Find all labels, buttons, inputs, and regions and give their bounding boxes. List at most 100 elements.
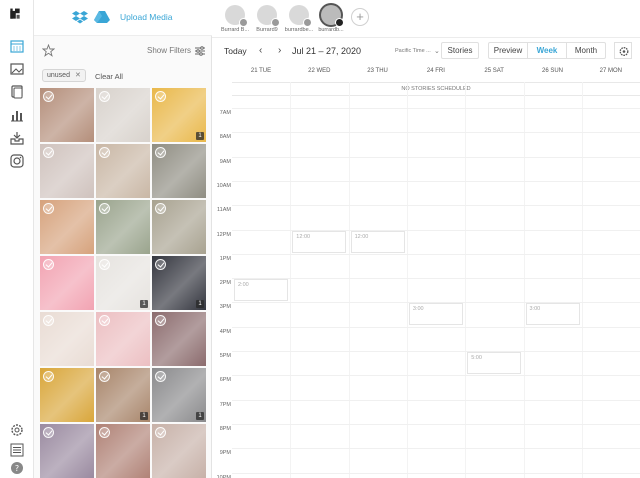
hour-label: 10PM bbox=[216, 474, 231, 478]
preview-tab[interactable]: Preview bbox=[488, 42, 528, 59]
stories-button[interactable]: Stories bbox=[441, 42, 479, 59]
show-filters-button[interactable]: Show Filters bbox=[147, 46, 191, 55]
app-logo[interactable] bbox=[8, 7, 26, 25]
analytics-icon[interactable] bbox=[10, 108, 24, 122]
today-button[interactable]: Today bbox=[224, 46, 247, 56]
select-checkbox[interactable] bbox=[99, 259, 110, 270]
hour-label: 8AM bbox=[219, 134, 231, 141]
select-checkbox[interactable] bbox=[43, 315, 54, 326]
list-icon[interactable] bbox=[10, 443, 24, 457]
media-thumbnail[interactable] bbox=[40, 88, 94, 142]
select-checkbox[interactable] bbox=[43, 203, 54, 214]
time-slot[interactable]: 3:00 bbox=[408, 303, 463, 326]
hour-gridline bbox=[232, 253, 640, 255]
select-checkbox[interactable] bbox=[155, 147, 166, 158]
media-thumbnail[interactable]: 1 bbox=[152, 256, 206, 310]
media-thumbnail[interactable]: 1 bbox=[152, 368, 206, 422]
hour-label: 9AM bbox=[219, 158, 231, 165]
clear-all-button[interactable]: Clear All bbox=[95, 72, 123, 81]
media-thumbnail[interactable] bbox=[40, 424, 94, 478]
media-thumbnail[interactable] bbox=[96, 200, 150, 254]
media-icon[interactable] bbox=[10, 62, 24, 76]
month-tab[interactable]: Month bbox=[566, 42, 606, 59]
instagram-icon[interactable] bbox=[10, 154, 24, 168]
help-icon[interactable]: ? bbox=[10, 461, 24, 475]
usage-count-badge: 1 bbox=[196, 132, 204, 140]
time-slot[interactable]: 3:00 bbox=[525, 303, 580, 326]
media-thumbnail[interactable] bbox=[96, 424, 150, 478]
select-checkbox[interactable] bbox=[43, 371, 54, 382]
prev-week-button[interactable]: ‹ bbox=[259, 45, 262, 56]
select-checkbox[interactable] bbox=[99, 203, 110, 214]
settings-icon[interactable] bbox=[10, 423, 24, 437]
media-thumbnail[interactable] bbox=[40, 368, 94, 422]
calendar-icon[interactable] bbox=[10, 39, 24, 53]
upload-media-button[interactable]: Upload Media bbox=[120, 12, 172, 22]
hour-gridline bbox=[232, 205, 640, 207]
time-slot[interactable]: 12:00 bbox=[292, 230, 347, 253]
select-checkbox[interactable] bbox=[43, 259, 54, 270]
media-thumbnail[interactable] bbox=[96, 312, 150, 366]
select-checkbox[interactable] bbox=[99, 371, 110, 382]
select-checkbox[interactable] bbox=[43, 147, 54, 158]
week-calendar: NO STORIES SCHEDULED 21 TUE 22 WED 23 THU 2… bbox=[212, 64, 640, 478]
media-thumbnail[interactable] bbox=[40, 200, 94, 254]
select-checkbox[interactable] bbox=[155, 91, 166, 102]
hour-label: 7PM bbox=[219, 401, 231, 408]
select-checkbox[interactable] bbox=[155, 259, 166, 270]
inbox-icon[interactable] bbox=[10, 131, 24, 145]
select-checkbox[interactable] bbox=[155, 427, 166, 438]
google-drive-icon[interactable] bbox=[94, 10, 110, 24]
day-column-divider bbox=[348, 82, 350, 478]
media-thumbnail[interactable] bbox=[152, 144, 206, 198]
media-thumbnail[interactable] bbox=[96, 88, 150, 142]
select-checkbox[interactable] bbox=[99, 91, 110, 102]
profile-1[interactable]: Burrard9 bbox=[250, 5, 284, 33]
day-header: 25 SAT bbox=[484, 68, 504, 74]
media-thumbnail[interactable] bbox=[152, 312, 206, 366]
next-week-button[interactable]: › bbox=[278, 45, 281, 56]
dropbox-icon[interactable] bbox=[72, 10, 88, 24]
close-icon[interactable]: ✕ bbox=[75, 72, 81, 79]
select-checkbox[interactable] bbox=[99, 315, 110, 326]
media-thumbnail[interactable]: 1 bbox=[152, 88, 206, 142]
usage-count-badge: 1 bbox=[140, 300, 148, 308]
select-checkbox[interactable] bbox=[43, 427, 54, 438]
select-checkbox[interactable] bbox=[155, 371, 166, 382]
usage-count-badge: 1 bbox=[196, 300, 204, 308]
media-thumbnail[interactable] bbox=[96, 144, 150, 198]
chevron-down-icon[interactable]: ⌄ bbox=[434, 47, 440, 55]
hour-label: 4PM bbox=[219, 328, 231, 335]
media-thumbnail[interactable] bbox=[152, 200, 206, 254]
profile-3[interactable]: burrardb... bbox=[314, 5, 348, 33]
media-thumbnail[interactable]: 1 bbox=[96, 368, 150, 422]
week-tab[interactable]: Week bbox=[527, 42, 567, 59]
time-slot[interactable]: 2:00 bbox=[234, 279, 288, 302]
time-slot[interactable]: 12:00 bbox=[350, 230, 405, 253]
media-thumbnail[interactable] bbox=[40, 312, 94, 366]
calendar-settings-button[interactable] bbox=[614, 42, 632, 59]
stories-icon[interactable] bbox=[10, 85, 24, 99]
network-badge-icon bbox=[303, 18, 312, 27]
hour-label: 7AM bbox=[219, 110, 231, 116]
select-checkbox[interactable] bbox=[155, 315, 166, 326]
hour-label: 9PM bbox=[219, 450, 231, 457]
select-checkbox[interactable] bbox=[43, 91, 54, 102]
profile-name: Burrard9 bbox=[256, 27, 278, 33]
timezone-select[interactable]: Pacific Time ... bbox=[395, 48, 431, 54]
select-checkbox[interactable] bbox=[155, 203, 166, 214]
time-slot[interactable]: 5:00 bbox=[467, 352, 522, 374]
media-thumbnail[interactable] bbox=[152, 424, 206, 478]
select-checkbox[interactable] bbox=[99, 147, 110, 158]
hour-gridline bbox=[232, 156, 640, 158]
select-checkbox[interactable] bbox=[99, 427, 110, 438]
media-thumbnail[interactable]: 1 bbox=[96, 256, 150, 310]
star-icon[interactable] bbox=[41, 43, 56, 57]
media-thumbnail[interactable] bbox=[40, 256, 94, 310]
hour-label: 5PM bbox=[219, 353, 231, 359]
add-profile-button[interactable]: + bbox=[351, 8, 369, 26]
profile-2[interactable]: burrardbe... bbox=[282, 5, 316, 33]
profile-0[interactable]: Burrard B... bbox=[218, 5, 252, 33]
media-thumbnail[interactable] bbox=[40, 144, 94, 198]
sliders-icon[interactable] bbox=[194, 45, 206, 57]
